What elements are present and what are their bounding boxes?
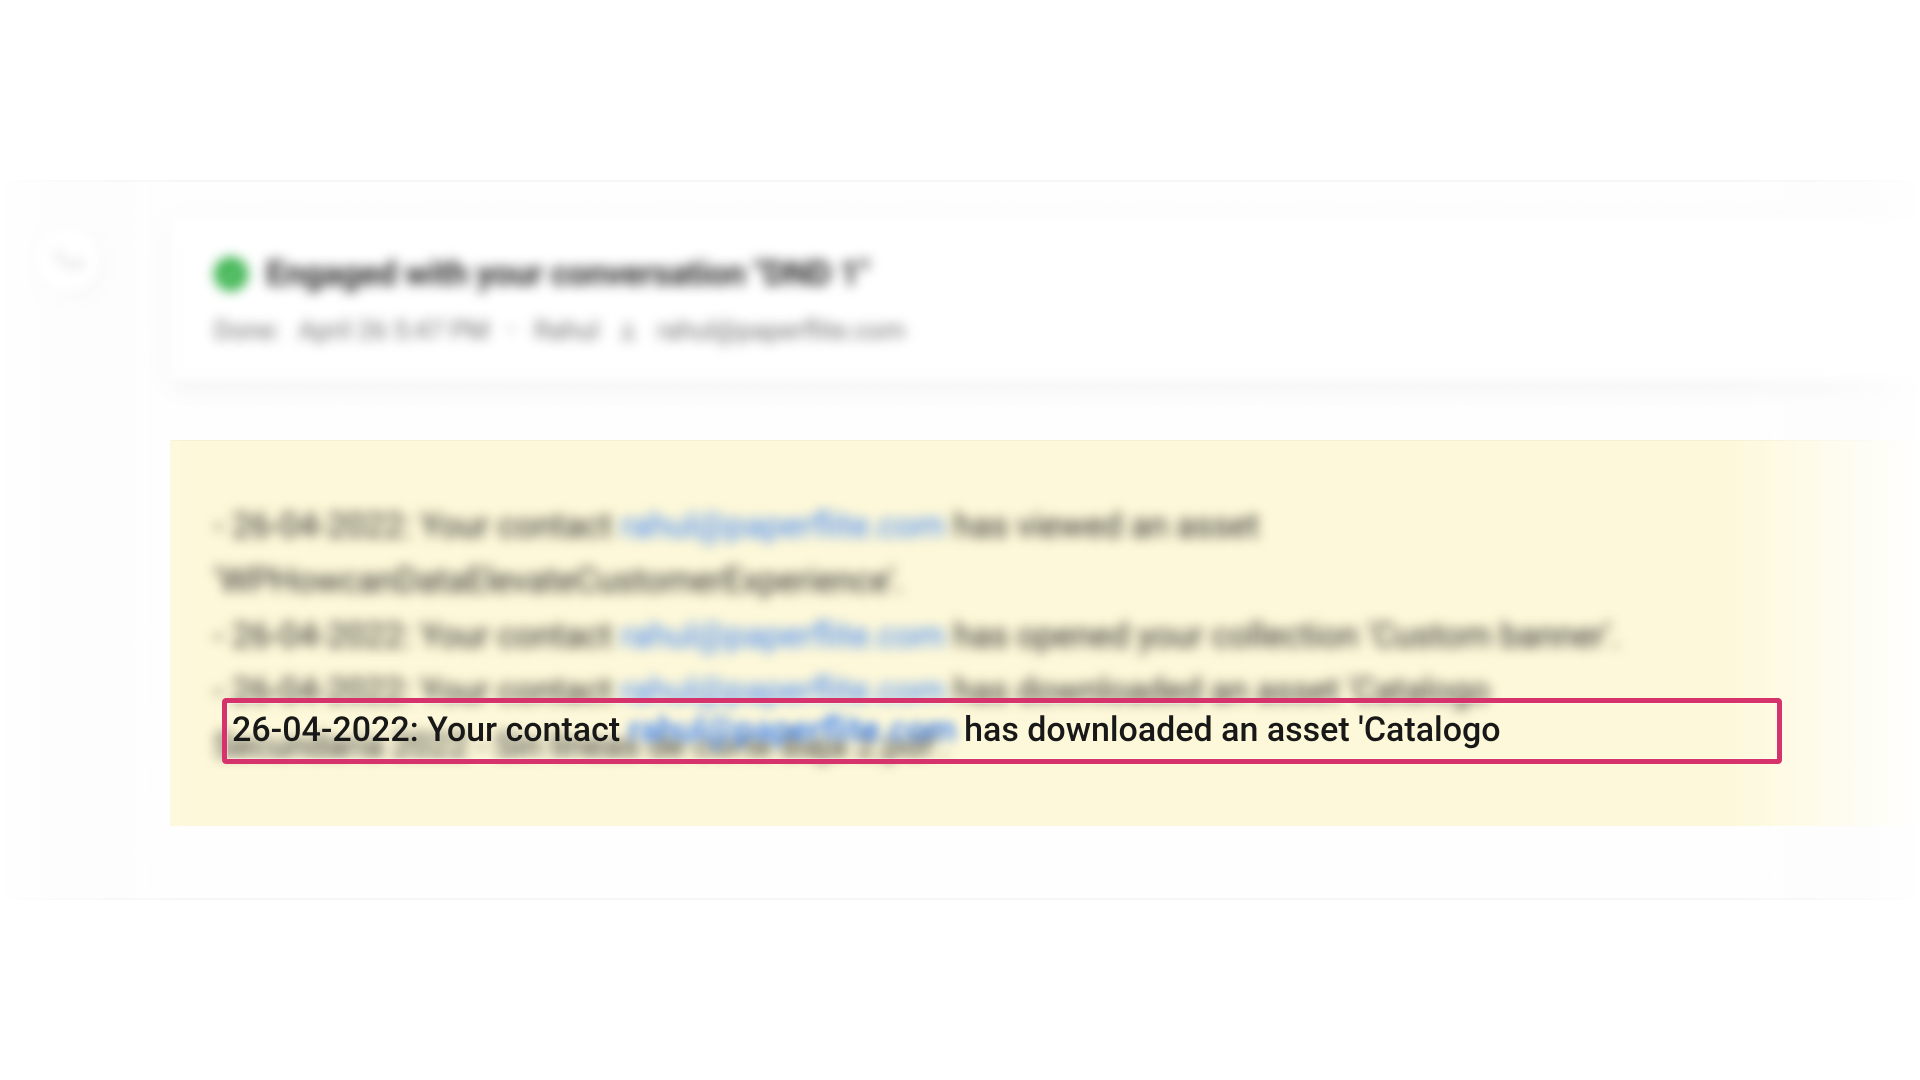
log-entry: - 26-04-2022: Your contact rahul@paperfl… [214,499,1916,554]
card-header: Engaged with your conversation "DND 1" [214,254,1916,294]
hl-email: rahul@paperflite.com [628,710,956,750]
hl-tail: has downloaded an asset 'Catalogo [964,710,1500,750]
separator: • [507,316,516,346]
contact-email-link[interactable]: rahul@paperflite.com [621,506,946,546]
owner-email: rahul@paperflite.com [657,316,905,346]
phone-icon [50,242,86,278]
owner-name: Rahul [534,316,599,346]
activity-card: Engaged with your conversation "DND 1" D… [170,218,1920,380]
done-time: April 26 5:47 PM [298,316,489,346]
checkmark-icon [222,265,240,283]
status-complete-icon [214,257,248,291]
activity-screenshot: Engaged with your conversation "DND 1" D… [0,0,1920,1080]
log-entry-continuation: 'WPHowcanDataElevateCustomerExperience'. [214,554,1916,609]
contact-email-link[interactable]: rahul@paperflite.com [621,616,946,656]
activity-title: Engaged with your conversation "DND 1" [266,254,869,294]
highlighted-log-line: 26-04-2022: Your contact rahul@paperflit… [232,700,1772,760]
log-entry: - 26-04-2022: Your contact rahul@paperfl… [214,609,1916,664]
person-icon [617,320,639,342]
activity-meta: Done: April 26 5:47 PM • Rahul rahul@pap… [214,316,1916,346]
hl-intro: Your contact [427,710,620,750]
done-label: Done: [214,316,280,346]
hl-date: 26-04-2022: [232,710,419,750]
timeline-call-node [36,228,100,292]
activity-log-panel: - 26-04-2022: Your contact rahul@paperfl… [170,440,1920,826]
